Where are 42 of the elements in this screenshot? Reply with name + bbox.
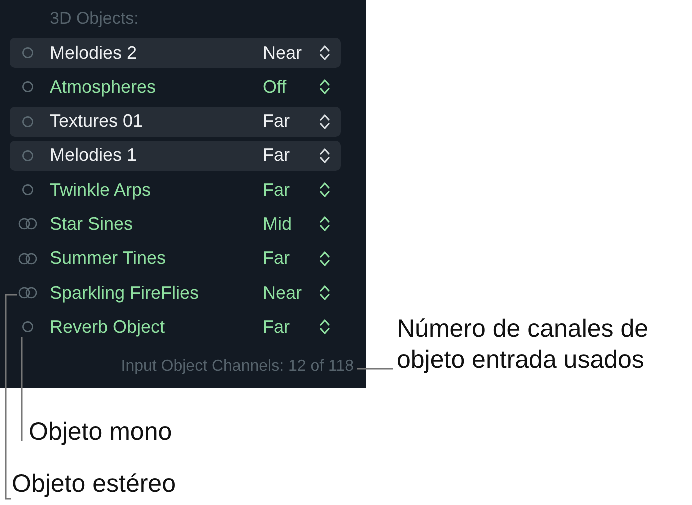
object-row[interactable]: Star Sines Mid bbox=[10, 209, 341, 240]
callout-text: Número de canales de objeto entrada usados bbox=[397, 314, 649, 376]
distance-value: Far bbox=[263, 180, 291, 201]
object-name: Atmospheres bbox=[50, 76, 158, 98]
distance-value: Near bbox=[263, 282, 304, 304]
up-down-chevron-icon[interactable] bbox=[319, 112, 331, 131]
up-down-chevron-icon[interactable] bbox=[319, 181, 331, 200]
distance-value: Far bbox=[263, 145, 291, 166]
callout-text: Objeto mono bbox=[29, 417, 172, 448]
up-down-chevron-icon[interactable] bbox=[319, 318, 331, 336]
up-down-chevron-icon[interactable] bbox=[319, 284, 331, 302]
object-row[interactable]: Summer Tines Far bbox=[10, 244, 341, 274]
up-down-chevron-icon[interactable] bbox=[319, 250, 331, 268]
object-row[interactable]: Reverb Object Far bbox=[10, 312, 341, 342]
up-down-chevron-icon[interactable] bbox=[319, 78, 331, 96]
object-name: Summer Tines bbox=[50, 248, 168, 270]
object-name: Star Sines bbox=[50, 214, 134, 235]
channel-count: Input Object Channels: 12 of 118 bbox=[120, 356, 354, 377]
object-name: Twinkle Arps bbox=[50, 180, 152, 201]
leader-line bbox=[357, 367, 393, 371]
object-row[interactable]: Twinkle Arps Far bbox=[10, 175, 341, 206]
object-row[interactable]: Atmospheres Off bbox=[10, 72, 341, 102]
distance-value: Near bbox=[263, 42, 304, 64]
up-down-chevron-icon[interactable] bbox=[319, 215, 331, 234]
distance-value: Far bbox=[263, 316, 291, 338]
object-name: Reverb Object bbox=[50, 316, 166, 338]
object-row[interactable]: Melodies 2 Near bbox=[10, 38, 341, 68]
distance-value: Off bbox=[263, 76, 288, 98]
distance-value: Far bbox=[263, 111, 291, 132]
object-row[interactable]: Melodies 1 Far bbox=[10, 140, 341, 171]
up-down-chevron-icon[interactable] bbox=[319, 146, 331, 165]
object-row[interactable]: Textures 01 Far bbox=[10, 106, 341, 137]
object-name: Sparkling FireFlies bbox=[50, 282, 200, 304]
up-down-chevron-icon[interactable] bbox=[319, 44, 331, 62]
distance-value: Mid bbox=[263, 214, 294, 235]
object-name: Textures 01 bbox=[50, 111, 144, 132]
callout-text: Objeto estéreo bbox=[12, 469, 176, 500]
object-name: Melodies 2 bbox=[50, 42, 138, 64]
object-name: Melodies 1 bbox=[50, 145, 138, 166]
object-row[interactable]: Sparkling FireFlies Near bbox=[10, 278, 341, 308]
distance-value: Far bbox=[263, 248, 291, 270]
section-title: 3D Objects: bbox=[49, 8, 140, 30]
